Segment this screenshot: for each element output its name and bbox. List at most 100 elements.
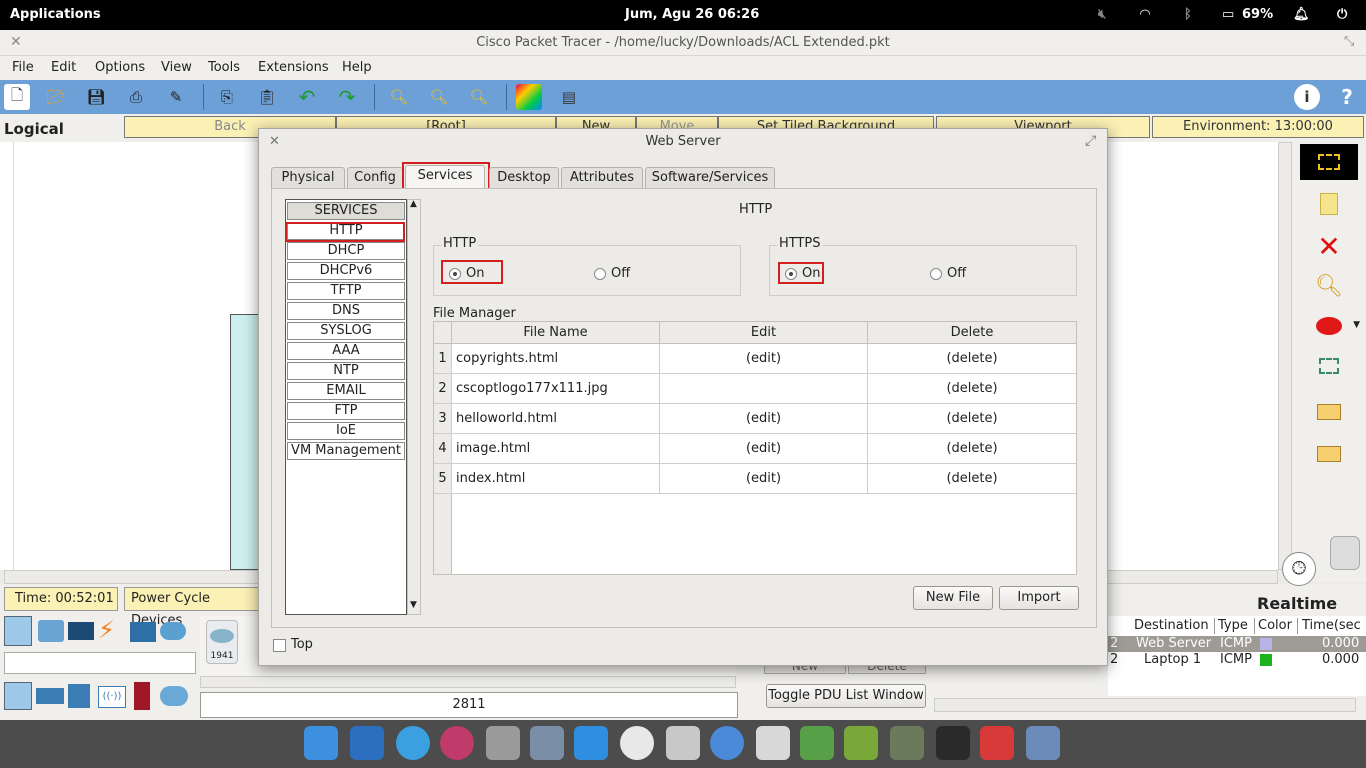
- security-subcategory-icon[interactable]: [134, 682, 150, 710]
- canvas-vertical-scrollbar[interactable]: [1278, 142, 1292, 570]
- menu-edit[interactable]: Edit: [51, 60, 76, 75]
- edit-link[interactable]: (edit): [660, 464, 868, 494]
- http-off-radio[interactable]: [594, 268, 606, 280]
- redo-icon[interactable]: ↷: [334, 84, 360, 110]
- power-cycle-devices-button[interactable]: Power Cycle Devices: [124, 587, 260, 628]
- menu-options[interactable]: Options: [95, 60, 145, 75]
- tab-attributes[interactable]: Attributes: [561, 167, 643, 189]
- dock-globe-icon[interactable]: [396, 726, 430, 760]
- service-vm-management[interactable]: VM Management: [287, 442, 405, 460]
- inspect-tool-icon[interactable]: 🔍︎: [1300, 268, 1358, 304]
- https-off-radio[interactable]: [930, 268, 942, 280]
- edit-link[interactable]: (edit): [660, 344, 868, 374]
- note-tool-icon[interactable]: [1300, 186, 1358, 222]
- notification-bell-icon[interactable]: 🔔︎: [1293, 7, 1310, 22]
- realtime-clock-icon[interactable]: 🕒︎: [1282, 552, 1316, 586]
- resize-tool-icon[interactable]: [1300, 348, 1358, 384]
- volume-muted-icon[interactable]: 🔇︎: [1098, 7, 1106, 22]
- dock-workspaces-icon[interactable]: [350, 726, 384, 760]
- hubs-subcategory-icon[interactable]: [68, 684, 90, 708]
- routers-subcategory-icon[interactable]: [4, 682, 32, 710]
- service-tftp[interactable]: TFTP: [287, 282, 405, 300]
- simulation-mode-icon[interactable]: [1330, 536, 1360, 570]
- help-icon[interactable]: ?: [1334, 84, 1360, 110]
- power-icon[interactable]: ⏻: [1337, 7, 1347, 22]
- menu-view[interactable]: View: [161, 60, 192, 75]
- battery-icon[interactable]: ▭: [1222, 7, 1234, 22]
- import-button[interactable]: Import: [999, 586, 1079, 610]
- applications-menu[interactable]: Applications: [10, 7, 101, 22]
- service-aaa[interactable]: AAA: [287, 342, 405, 360]
- open-folder-icon[interactable]: 📂︎: [43, 84, 69, 110]
- add-simple-pdu-icon[interactable]: [1300, 394, 1358, 430]
- delete-tool-icon[interactable]: ✕: [1300, 228, 1358, 264]
- new-file-button[interactable]: New File: [913, 586, 993, 610]
- misc-category-icon[interactable]: [130, 622, 156, 642]
- tab-physical[interactable]: Physical: [271, 167, 345, 189]
- delete-link[interactable]: (delete): [868, 464, 1076, 494]
- delete-link[interactable]: (delete): [868, 434, 1076, 464]
- dock-downloads-icon[interactable]: [574, 726, 608, 760]
- delete-link[interactable]: (delete): [868, 344, 1076, 374]
- service-dhcpv6[interactable]: DHCPv6: [287, 262, 405, 280]
- dock-home-folder-icon[interactable]: [756, 726, 790, 760]
- print-icon[interactable]: ⎙: [123, 84, 149, 110]
- clock[interactable]: Jum, Agu 26 06:26: [625, 7, 759, 22]
- services-list-scrollbar[interactable]: ▲ ▼: [407, 199, 421, 615]
- switches-subcategory-icon[interactable]: [36, 688, 64, 704]
- edit-link[interactable]: (edit): [660, 404, 868, 434]
- dock-browser-icon[interactable]: [710, 726, 744, 760]
- menu-tools[interactable]: Tools: [208, 60, 240, 75]
- tab-desktop[interactable]: Desktop: [489, 167, 559, 189]
- file-name-cell[interactable]: copyrights.html: [452, 344, 660, 374]
- file-name-cell[interactable]: helloworld.html: [452, 404, 660, 434]
- edit-link[interactable]: (edit): [660, 434, 868, 464]
- top-checkbox[interactable]: [273, 639, 286, 652]
- pdu-list-scrollbar[interactable]: [934, 698, 1356, 712]
- file-name-cell[interactable]: cscoptlogo177x111.jpg: [452, 374, 660, 404]
- end-devices-category-icon[interactable]: [38, 620, 64, 642]
- new-file-icon[interactable]: 🗋: [4, 84, 30, 110]
- tab-software-services[interactable]: Software/Services: [645, 167, 775, 189]
- window-maximize-icon[interactable]: ⤡: [1344, 34, 1354, 49]
- draw-ellipse-tool-icon[interactable]: ▼: [1300, 308, 1360, 344]
- components-category-icon[interactable]: [68, 622, 94, 640]
- multiuser-category-icon[interactable]: [160, 622, 186, 640]
- delete-link[interactable]: (delete): [868, 374, 1076, 404]
- device-list-scrollbar[interactable]: [200, 676, 736, 688]
- toggle-pdu-list-button[interactable]: Toggle PDU List Window: [766, 684, 926, 708]
- menu-file[interactable]: File: [12, 60, 34, 75]
- palette-icon[interactable]: [516, 84, 542, 110]
- dock-clock-icon[interactable]: [620, 726, 654, 760]
- dock-camera-icon[interactable]: [1026, 726, 1060, 760]
- connections-category-icon[interactable]: ⚡︎: [98, 616, 124, 644]
- service-ntp[interactable]: NTP: [287, 362, 405, 380]
- wan-emulation-subcategory-icon[interactable]: [160, 686, 188, 706]
- dock-editor-icon[interactable]: [486, 726, 520, 760]
- select-tool-icon[interactable]: [1300, 144, 1358, 180]
- zoom-out-icon[interactable]: 🔍︎: [466, 84, 492, 110]
- network-devices-category-icon[interactable]: [4, 616, 32, 646]
- save-icon[interactable]: 💾︎: [83, 84, 109, 110]
- logical-label[interactable]: Logical: [4, 120, 64, 138]
- custom-device-icon[interactable]: ▤: [556, 84, 582, 110]
- dock-trash-icon[interactable]: [666, 726, 700, 760]
- environment-button[interactable]: Environment: 13:00:00: [1152, 116, 1364, 138]
- zoom-reset-icon[interactable]: 🔍︎: [426, 84, 452, 110]
- dock-molecule-icon[interactable]: [440, 726, 474, 760]
- http-off-label[interactable]: Off: [611, 266, 630, 281]
- https-off-label[interactable]: Off: [947, 266, 966, 281]
- copy-icon[interactable]: ⎘: [214, 84, 240, 110]
- activity-wizard-icon[interactable]: ✎: [163, 84, 189, 110]
- dock-screenshot-icon[interactable]: [936, 726, 970, 760]
- service-dns[interactable]: DNS: [287, 302, 405, 320]
- service-ioe[interactable]: IoE: [287, 422, 405, 440]
- bluetooth-icon[interactable]: ᛒ: [1184, 7, 1192, 22]
- dock-settings-icon[interactable]: [530, 726, 564, 760]
- service-syslog[interactable]: SYSLOG: [287, 322, 405, 340]
- wifi-icon[interactable]: ◠: [1140, 7, 1150, 22]
- info-icon[interactable]: i: [1294, 84, 1320, 110]
- service-ftp[interactable]: FTP: [287, 402, 405, 420]
- device-search-field[interactable]: [4, 652, 196, 674]
- menu-help[interactable]: Help: [342, 60, 372, 75]
